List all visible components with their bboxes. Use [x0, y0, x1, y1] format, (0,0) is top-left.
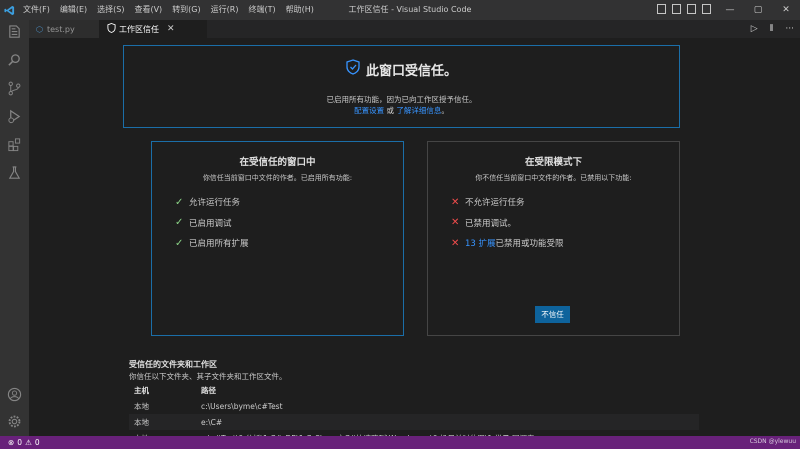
item-label: 已启用所有扩展: [189, 239, 249, 250]
trusted-folders-title: 受信任的文件夹和工作区: [129, 360, 217, 369]
warning-icon: ⚠: [25, 438, 32, 447]
trusted-mode-card: 在受信任的窗口中 你信任当前窗口中文件的作者。已启用所有功能: ✓ 允许运行任务 …: [151, 141, 404, 336]
run-debug-icon[interactable]: [6, 108, 23, 125]
tab-test-py[interactable]: ⬡ test.py: [29, 20, 99, 38]
item-label: 不允许运行任务: [465, 198, 525, 209]
table-header: 主机 路径: [129, 382, 699, 398]
list-item: ✓ 允许运行任务: [175, 192, 249, 213]
editor-tab-bar: ⬡ test.py 工作区信任 ✕ ▷ ⫴ ···: [29, 20, 800, 38]
learn-more-link[interactable]: 了解详细信息: [396, 106, 441, 115]
split-editor-icon[interactable]: ⫴: [770, 24, 774, 34]
close-window-button[interactable]: ✕: [772, 0, 800, 20]
error-count: 0: [17, 438, 23, 447]
explorer-icon[interactable]: [6, 24, 23, 41]
shield-icon: [107, 23, 116, 35]
toggle-secondary-sidebar-icon[interactable]: [687, 4, 696, 14]
search-icon[interactable]: [6, 52, 23, 69]
cross-icon: ✕: [451, 217, 460, 229]
testing-icon[interactable]: [6, 164, 23, 181]
restricted-mode-card: 在受限模式下 你不信任当前窗口中文件的作者。已禁用以下功能: ✕ 不允许运行任务 …: [427, 141, 680, 336]
trust-title-row: 此窗口受信任。: [124, 59, 679, 79]
error-icon: ⊗: [8, 438, 15, 447]
minimize-button[interactable]: —: [716, 0, 744, 20]
problems-status[interactable]: ⊗ 0 ⚠ 0: [0, 438, 40, 447]
card-title: 在受限模式下: [524, 157, 582, 168]
cross-icon: ✕: [451, 196, 460, 208]
or-text: 或: [384, 106, 397, 115]
settings-gear-icon[interactable]: [6, 413, 23, 430]
configure-settings-link[interactable]: 配置设置: [354, 106, 384, 115]
menu-go[interactable]: 转到(G): [167, 0, 205, 20]
list-item: ✕ 不允许运行任务: [451, 192, 564, 213]
tab-label: test.py: [46, 24, 75, 34]
item-label: 已禁用调试。: [465, 218, 517, 229]
cross-icon: ✕: [451, 237, 460, 249]
run-icon[interactable]: ▷: [751, 24, 758, 34]
trust-header: 此窗口受信任。 已启用所有功能，因为已向工作区授予信任。 配置设置 或 了解详细…: [123, 45, 680, 128]
account-icon[interactable]: [6, 386, 23, 403]
activity-bar: [0, 20, 29, 436]
maximize-button[interactable]: ▢: [744, 0, 772, 20]
menu-bar: 文件(F) 编辑(E) 选择(S) 查看(V) 转到(G) 运行(R) 终端(T…: [18, 0, 319, 20]
customize-layout-icon[interactable]: [702, 4, 711, 14]
extensions-count-link[interactable]: 13 扩展: [465, 237, 496, 249]
tab-label: 工作区信任: [119, 24, 159, 34]
period-text: 。: [441, 106, 449, 115]
status-bar: ⊗ 0 ⚠ 0 CSDN @ylewuu: [0, 436, 800, 449]
toggle-sidebar-icon[interactable]: [657, 4, 666, 14]
menu-file[interactable]: 文件(F): [18, 0, 55, 20]
trust-description: 已启用所有功能，因为已向工作区授予信任。: [326, 95, 477, 104]
host-column-header: 主机: [134, 385, 149, 395]
menu-terminal[interactable]: 终端(T): [243, 0, 280, 20]
trusted-feature-list: ✓ 允许运行任务 ✓ 已启用调试 ✓ 已启用所有扩展: [175, 192, 249, 254]
table-row[interactable]: 本地 c:\Users\byme\c#Test: [129, 398, 699, 414]
watermark: CSDN @ylewuu: [749, 438, 796, 445]
card-description: 你不信任当前窗口中文件的作者。已禁用以下功能:: [475, 174, 632, 182]
card-title: 在受信任的窗口中: [239, 157, 316, 168]
shield-check-icon: [346, 59, 360, 79]
path-cell: c:\Users\byme\c#Test: [201, 401, 283, 411]
host-cell: 本地: [134, 401, 149, 411]
item-label: 已禁用或功能受限: [495, 239, 564, 250]
trust-links: 配置设置 或 了解详细信息。: [124, 105, 679, 116]
menu-view[interactable]: 查看(V): [129, 0, 167, 20]
menu-help[interactable]: 帮助(H): [281, 0, 319, 20]
layout-controls: [657, 4, 711, 14]
source-control-icon[interactable]: [6, 80, 23, 97]
restricted-feature-list: ✕ 不允许运行任务 ✕ 已禁用调试。 ✕ 13 扩展 已禁用或功能受限: [451, 192, 564, 254]
check-icon: ✓: [175, 217, 184, 229]
tab-workspace-trust[interactable]: 工作区信任 ✕: [99, 20, 207, 38]
python-file-icon: ⬡: [36, 24, 43, 34]
item-label: 允许运行任务: [189, 198, 241, 209]
list-item: ✕ 已禁用调试。: [451, 213, 564, 234]
page-title: 此窗口受信任。: [365, 63, 457, 79]
window-title: 工作区信任 - Visual Studio Code: [348, 5, 472, 14]
menu-edit[interactable]: 编辑(E): [55, 0, 92, 20]
extensions-icon[interactable]: [6, 136, 23, 153]
list-item: ✓ 已启用调试: [175, 213, 249, 234]
list-item: ✓ 已启用所有扩展: [175, 233, 249, 254]
menu-selection[interactable]: 选择(S): [92, 0, 129, 20]
check-icon: ✓: [175, 237, 184, 249]
window-controls: — ▢ ✕: [716, 0, 800, 20]
check-icon: ✓: [175, 196, 184, 208]
menu-run[interactable]: 运行(R): [206, 0, 244, 20]
close-tab-button[interactable]: ✕: [167, 24, 175, 34]
more-actions-icon[interactable]: ···: [785, 24, 794, 34]
warning-count: 0: [34, 438, 40, 447]
title-bar: 文件(F) 编辑(E) 选择(S) 查看(V) 转到(G) 运行(R) 终端(T…: [0, 0, 800, 20]
vscode-logo-icon: [0, 0, 18, 20]
table-row[interactable]: 本地 e:\C#: [129, 414, 699, 430]
path-column-header: 路径: [201, 385, 216, 395]
host-cell: 本地: [134, 417, 149, 427]
card-description: 你信任当前窗口中文件的作者。已启用所有功能:: [202, 174, 353, 182]
list-item: ✕ 13 扩展 已禁用或功能受限: [451, 233, 564, 254]
editor-actions: ▷ ⫴ ···: [751, 20, 794, 38]
trusted-folders-description: 你信任以下文件夹、其子文件夹和工作区文件。: [129, 372, 287, 381]
path-cell: e:\C#: [201, 417, 223, 427]
dont-trust-button[interactable]: 不信任: [535, 306, 570, 323]
item-label: 已启用调试: [189, 218, 232, 229]
toggle-panel-icon[interactable]: [672, 4, 681, 14]
